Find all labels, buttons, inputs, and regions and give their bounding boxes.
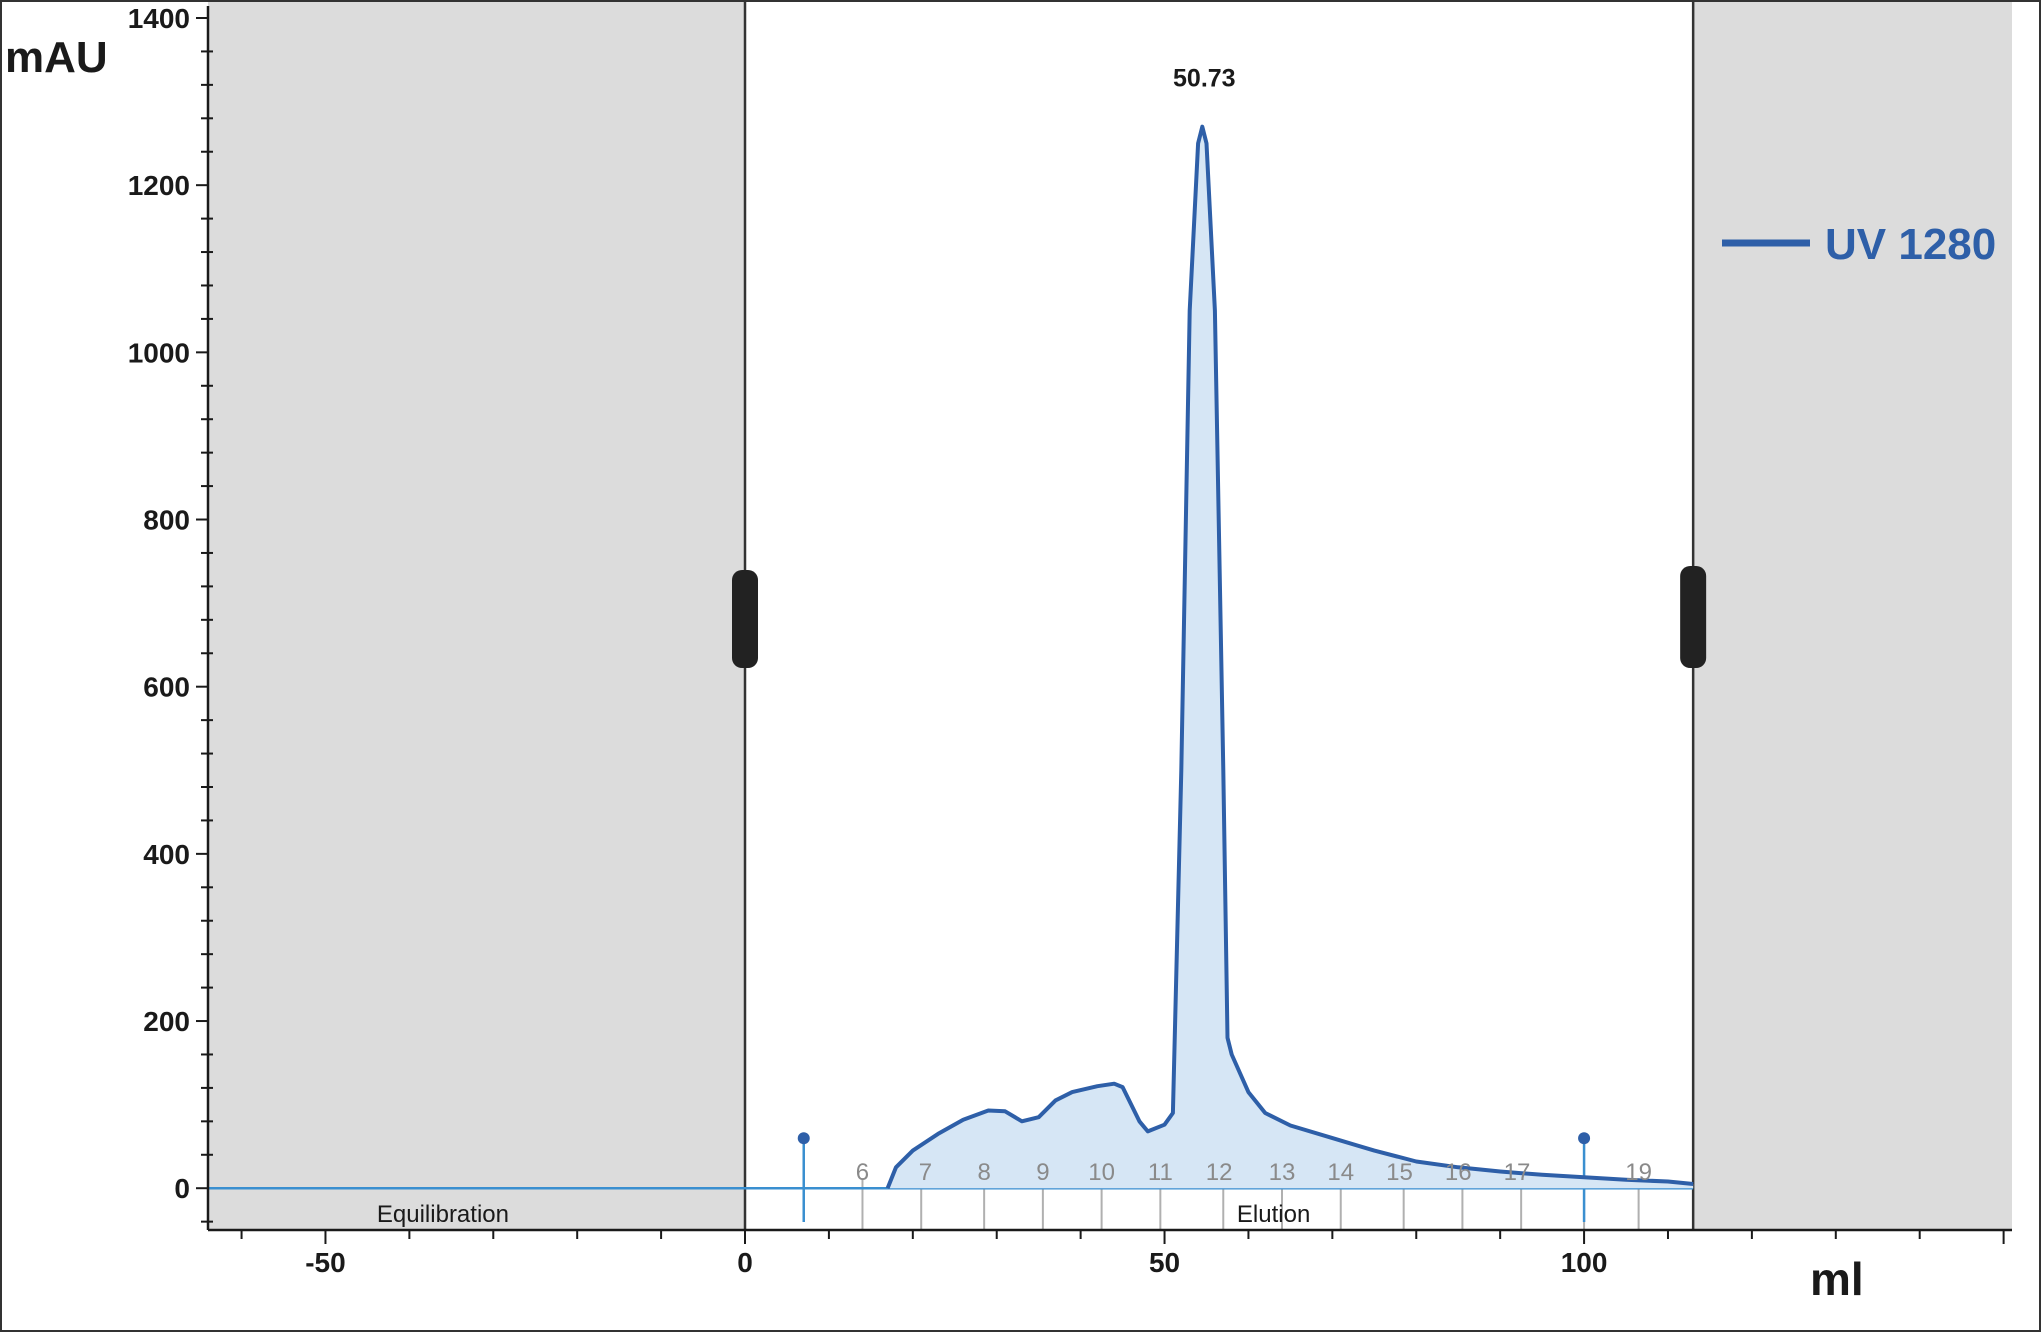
x-tick-label: 100: [1561, 1247, 1608, 1278]
y-tick-label: 600: [143, 672, 190, 703]
y-axis-title: mAU: [5, 33, 108, 82]
block-label: Equilibration: [377, 1201, 509, 1228]
fraction-label: 14: [1327, 1159, 1354, 1186]
fraction-label: 8: [977, 1159, 990, 1186]
event-marker-dot: [1578, 1132, 1591, 1145]
fraction-label: 15: [1386, 1159, 1413, 1186]
event-marker-dot: [797, 1132, 810, 1145]
shaded-region-right: [1693, 2, 2012, 1230]
x-tick-label: -50: [305, 1247, 345, 1278]
x-tick-label: 50: [1149, 1247, 1180, 1278]
block-label: Elution: [1237, 1201, 1310, 1228]
fraction-label: 12: [1206, 1159, 1233, 1186]
y-tick-label: 1000: [128, 337, 190, 368]
fraction-label: 13: [1269, 1159, 1296, 1186]
fraction-label: 16: [1445, 1159, 1472, 1186]
fraction-label: 11: [1148, 1159, 1173, 1186]
y-tick-label: 1200: [128, 170, 190, 201]
y-tick-label: 1400: [128, 3, 190, 34]
fraction-label: 7: [919, 1159, 932, 1186]
chromatogram-chart: 6 7 8 9 10 11 12 13 14 15 16 17 19 Equilibration Elut…: [0, 0, 2041, 1334]
peak-annotation: 50.73: [1173, 65, 1236, 93]
fraction-label: 10: [1088, 1159, 1115, 1186]
fraction-label: 9: [1036, 1159, 1049, 1186]
window-handle-right[interactable]: [1680, 566, 1707, 668]
fraction-label: 17: [1504, 1159, 1531, 1186]
chromatogram-svg: 6 7 8 9 10 11 12 13 14 15 16 17 19 Equilibration Elut…: [0, 0, 2041, 1332]
y-tick-label: 400: [143, 839, 190, 870]
y-tick-label: 0: [174, 1173, 190, 1204]
fraction-label: 6: [856, 1159, 869, 1186]
window-handle-left[interactable]: [732, 570, 759, 668]
y-tick-label: 200: [143, 1006, 190, 1037]
x-tick-label: 0: [737, 1247, 753, 1278]
shaded-region-left: [208, 2, 746, 1230]
x-axis-title: ml: [1810, 1253, 1864, 1305]
fraction-label: 19: [1625, 1159, 1652, 1186]
legend-label-uv-1280: UV 1280: [1825, 220, 1996, 269]
y-tick-label: 800: [143, 505, 190, 536]
